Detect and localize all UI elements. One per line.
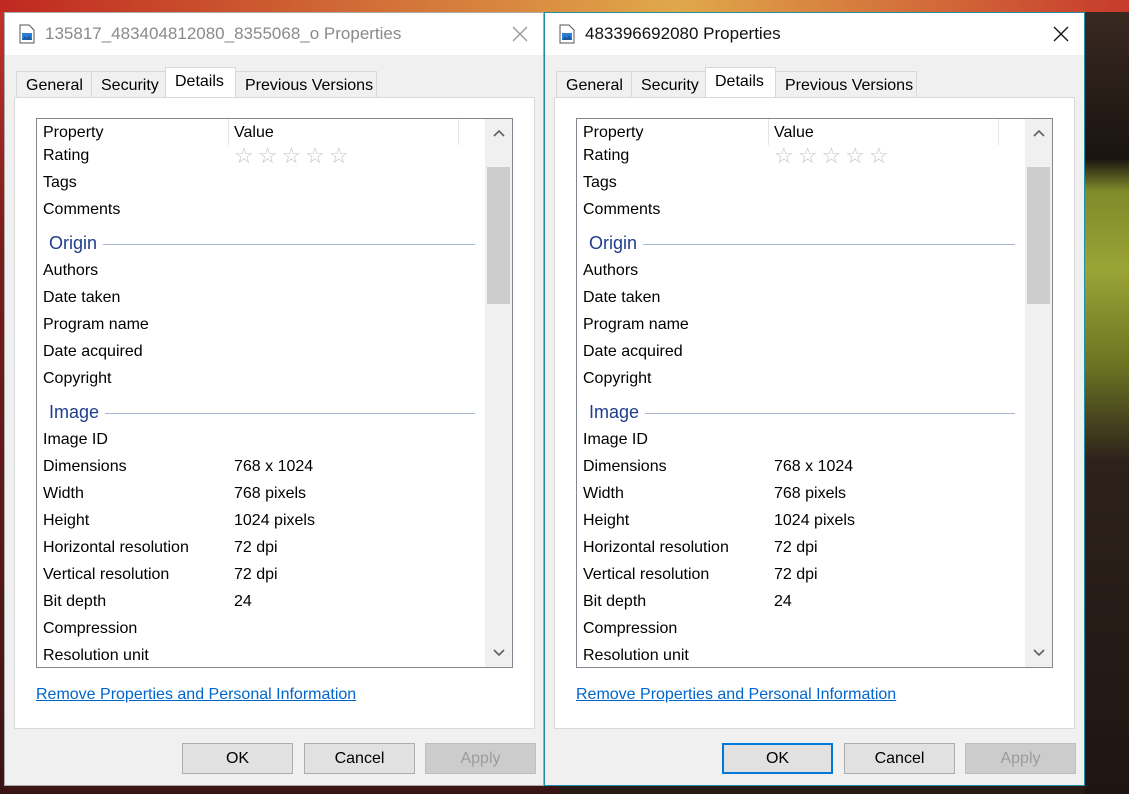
list-item[interactable]: Horizontal resolution 72 dpi (37, 536, 485, 563)
scroll-up-button[interactable] (1025, 119, 1052, 147)
remove-properties-link[interactable]: Remove Properties and Personal Informati… (36, 686, 356, 704)
tab-previous-versions[interactable]: Previous Versions (235, 71, 377, 97)
column-header-property[interactable]: Property (43, 119, 228, 145)
close-button[interactable] (497, 13, 543, 55)
star-rating[interactable]: ☆☆☆☆☆ (774, 143, 893, 169)
ok-button[interactable]: OK (182, 743, 293, 774)
column-divider[interactable] (228, 119, 229, 145)
close-button[interactable] (1038, 13, 1084, 55)
group-heading-image: Image (37, 394, 485, 428)
column-header-value[interactable]: Value (234, 119, 462, 145)
tab-details[interactable]: Details (705, 67, 776, 97)
tab-previous-versions[interactable]: Previous Versions (775, 71, 917, 97)
list-item[interactable]: Date acquired (577, 340, 1025, 367)
close-icon (1053, 26, 1069, 42)
list-item[interactable]: Image ID (577, 428, 1025, 455)
properties-list[interactable]: Property Value Rating ☆☆☆☆☆ Tags Comments… (36, 118, 513, 668)
group-heading-image: Image (577, 394, 1025, 428)
column-divider[interactable] (768, 119, 769, 145)
details-panel: Property Value Rating ☆☆☆☆☆ Tags Comments… (14, 97, 535, 729)
list-item[interactable]: Bit depth 24 (577, 590, 1025, 617)
desktop-background-right (1085, 0, 1129, 794)
scroll-up-button[interactable] (485, 119, 512, 147)
details-panel: Property Value Rating ☆☆☆☆☆ Tags Comments… (554, 97, 1075, 729)
list-item[interactable]: Vertical resolution 72 dpi (37, 563, 485, 590)
list-item[interactable]: Width 768 pixels (577, 482, 1025, 509)
list-item[interactable]: Height 1024 pixels (577, 509, 1025, 536)
window-title: 483396692080 Properties (585, 24, 781, 43)
close-icon (512, 26, 528, 42)
list-header: Property Value (37, 119, 485, 145)
window-title: 135817_483404812080_8355068_o Properties (45, 24, 402, 43)
column-divider[interactable] (998, 119, 999, 145)
cancel-button[interactable]: Cancel (844, 743, 955, 774)
column-divider[interactable] (458, 119, 459, 145)
list-item[interactable]: Comments (577, 198, 1025, 225)
list-item[interactable]: Date taken (577, 286, 1025, 313)
column-header-property[interactable]: Property (583, 119, 768, 145)
list-item[interactable]: Vertical resolution 72 dpi (577, 563, 1025, 590)
list-item[interactable]: Date taken (37, 286, 485, 313)
remove-properties-link[interactable]: Remove Properties and Personal Informati… (576, 686, 896, 704)
list-item[interactable]: Tags (577, 171, 1025, 198)
list-item[interactable]: Copyright (577, 367, 1025, 394)
scroll-thumb[interactable] (1027, 167, 1050, 304)
star-rating[interactable]: ☆☆☆☆☆ (234, 143, 353, 169)
chevron-up-icon (492, 129, 505, 137)
list-header: Property Value (577, 119, 1025, 145)
image-file-icon (19, 24, 35, 44)
tab-general[interactable]: General (556, 71, 632, 97)
properties-window-1[interactable]: 135817_483404812080_8355068_o Properties… (4, 12, 544, 786)
list-item[interactable]: Tags (37, 171, 485, 198)
column-header-value[interactable]: Value (774, 119, 1002, 145)
list-item[interactable]: Image ID (37, 428, 485, 455)
tab-general[interactable]: General (16, 71, 92, 97)
list-item[interactable]: Compression (577, 617, 1025, 644)
list-item[interactable]: Copyright (37, 367, 485, 394)
apply-button[interactable]: Apply (425, 743, 536, 774)
group-heading-origin: Origin (37, 225, 485, 259)
ok-button[interactable]: OK (722, 743, 833, 774)
list-item[interactable]: Rating ☆☆☆☆☆ (37, 143, 485, 171)
chevron-down-icon (492, 649, 505, 657)
list-item[interactable]: Bit depth 24 (37, 590, 485, 617)
desktop-background-top (0, 0, 1129, 12)
list-item[interactable]: Authors (577, 259, 1025, 286)
cancel-button[interactable]: Cancel (304, 743, 415, 774)
list-item[interactable]: Rating ☆☆☆☆☆ (577, 143, 1025, 171)
list-item[interactable]: Dimensions 768 x 1024 (577, 455, 1025, 482)
list-item[interactable]: Width 768 pixels (37, 482, 485, 509)
list-item[interactable]: Program name (37, 313, 485, 340)
scroll-down-button[interactable] (1025, 639, 1052, 667)
image-file-icon (559, 24, 575, 44)
list-item[interactable]: Comments (37, 198, 485, 225)
list-item[interactable]: Resolution unit (37, 644, 485, 667)
list-item[interactable]: Date acquired (37, 340, 485, 367)
apply-button[interactable]: Apply (965, 743, 1076, 774)
tab-details[interactable]: Details (165, 67, 236, 97)
properties-list[interactable]: Property Value Rating ☆☆☆☆☆ Tags Comments… (576, 118, 1053, 668)
tab-security[interactable]: Security (91, 71, 166, 97)
list-item[interactable]: Authors (37, 259, 485, 286)
tab-security[interactable]: Security (631, 71, 706, 97)
group-heading-origin: Origin (577, 225, 1025, 259)
chevron-down-icon (1032, 649, 1045, 657)
title-bar[interactable]: 483396692080 Properties (545, 13, 1084, 55)
chevron-up-icon (1032, 129, 1045, 137)
list-item[interactable]: Dimensions 768 x 1024 (37, 455, 485, 482)
properties-window-2[interactable]: 483396692080 Properties General Security… (544, 12, 1085, 786)
list-item[interactable]: Horizontal resolution 72 dpi (577, 536, 1025, 563)
list-item[interactable]: Program name (577, 313, 1025, 340)
list-item[interactable]: Resolution unit (577, 644, 1025, 667)
scroll-down-button[interactable] (485, 639, 512, 667)
list-item[interactable]: Height 1024 pixels (37, 509, 485, 536)
list-item[interactable]: Compression (37, 617, 485, 644)
title-bar[interactable]: 135817_483404812080_8355068_o Properties (5, 13, 543, 55)
vertical-scrollbar[interactable] (485, 119, 512, 667)
scroll-thumb[interactable] (487, 167, 510, 304)
vertical-scrollbar[interactable] (1025, 119, 1052, 667)
